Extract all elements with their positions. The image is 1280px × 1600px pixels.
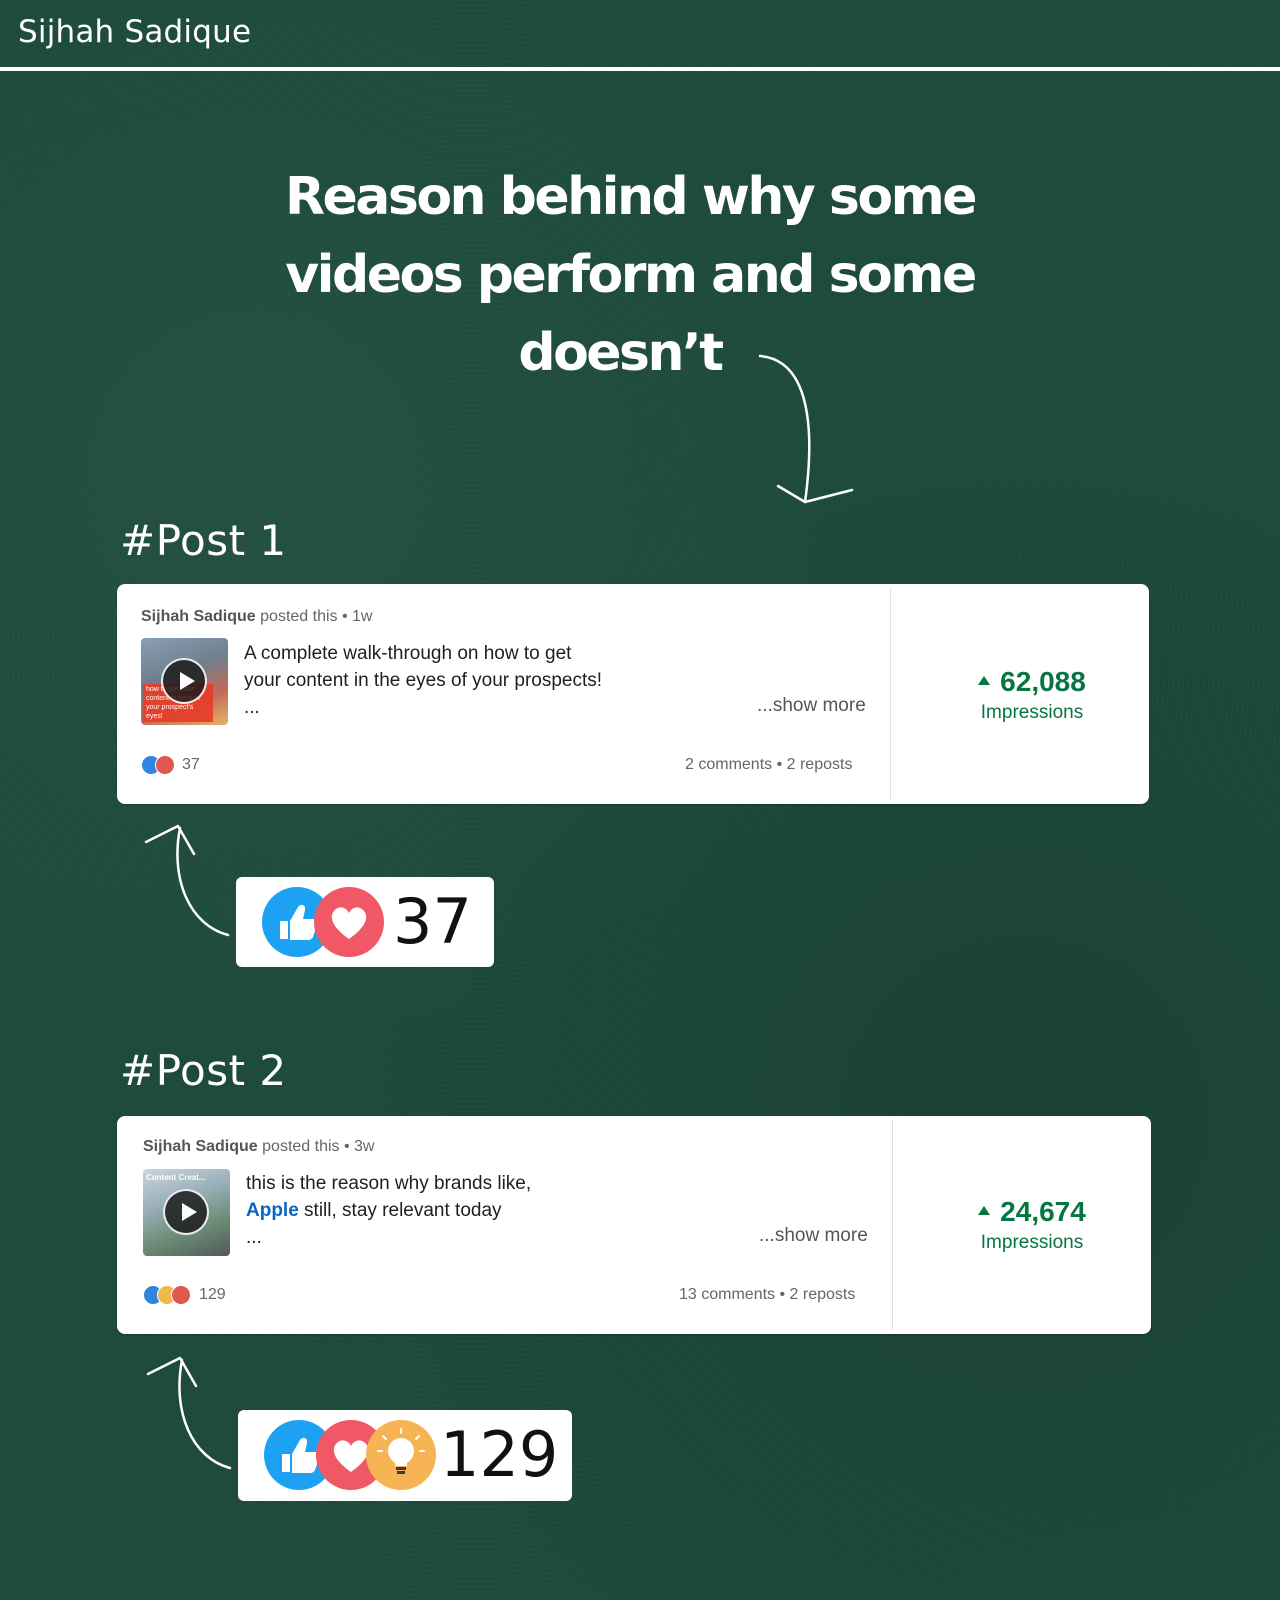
post-1-heading: #Post 1 [120, 516, 287, 565]
reaction-count: 129 [199, 1286, 226, 1303]
post-text-line: ... [246, 1227, 262, 1248]
reaction-count-large: 37 [393, 885, 472, 958]
thumbnail-overlay-text: Content Creat... [146, 1173, 206, 1182]
post-meta: Sijhah Sadique posted this • 3w [143, 1138, 374, 1156]
post-text-line: this is the reason why brands like, [246, 1173, 532, 1194]
post-text-line: ... [244, 697, 260, 718]
play-icon[interactable] [161, 658, 207, 704]
curved-arrow-icon [758, 354, 854, 504]
post-meta-suffix: posted this • 3w [262, 1138, 375, 1155]
post-2-card[interactable]: Sijhah Sadique posted this • 3w Content … [117, 1116, 1151, 1334]
post-meta: Sijhah Sadique posted this • 1w [141, 608, 372, 626]
love-icon [171, 1285, 191, 1305]
curved-arrow-icon [146, 1356, 232, 1470]
curved-arrow-icon [144, 824, 230, 937]
impressions-label: Impressions [980, 702, 1084, 723]
post-1-card[interactable]: Sijhah Sadique posted this • 1w how to g… [117, 584, 1149, 804]
video-thumbnail[interactable]: how to get your content in front of your… [141, 638, 228, 725]
post-author[interactable]: Sijhah Sadique [141, 608, 256, 625]
impressions-value: 24,674 [1000, 1196, 1086, 1227]
author-name: Sijhah Sadique [18, 14, 252, 50]
impressions-stat[interactable]: 24,674 Impressions [907, 1196, 1157, 1254]
comments-reposts[interactable]: 2 comments • 2 reposts [685, 756, 852, 774]
reaction-count: 37 [182, 756, 200, 773]
show-more-link[interactable]: ...show more [759, 1225, 868, 1247]
video-thumbnail[interactable]: Content Creat... [143, 1169, 230, 1256]
love-icon [155, 755, 175, 775]
trend-up-icon [978, 1206, 991, 1216]
mention-link[interactable]: Apple [246, 1200, 299, 1221]
impressions-value: 62,088 [1000, 666, 1086, 697]
post-author[interactable]: Sijhah Sadique [143, 1138, 258, 1155]
reaction-badge: 129 [238, 1410, 572, 1501]
reaction-badge: 37 [236, 877, 494, 967]
card-divider [890, 588, 891, 800]
insightful-icon [366, 1420, 436, 1490]
play-icon[interactable] [163, 1189, 209, 1235]
trend-up-icon [978, 676, 991, 686]
reaction-summary[interactable]: 129 [143, 1285, 243, 1305]
post-text-line: Apple still, stay relevant today [246, 1197, 531, 1224]
show-more-link[interactable]: ...show more [757, 695, 866, 717]
post-text: A complete walk-through on how to get yo… [244, 640, 602, 721]
title-line-2: videos perform and some [285, 245, 977, 305]
love-icon [314, 887, 384, 957]
post-text-line: your content in the eyes of your prospec… [244, 670, 603, 691]
card-divider [892, 1120, 893, 1330]
impressions-stat[interactable]: 62,088 Impressions [907, 666, 1157, 724]
impressions-label: Impressions [980, 1232, 1084, 1253]
post-text-line: A complete walk-through on how to get [244, 643, 572, 664]
reaction-count-large: 129 [440, 1418, 559, 1491]
comments-reposts[interactable]: 13 comments • 2 reposts [679, 1286, 855, 1304]
post-text-rest: still, stay relevant today [298, 1200, 502, 1221]
title-line-3: doesn’t [518, 323, 724, 383]
post-2-heading: #Post 2 [120, 1046, 287, 1095]
post-text: this is the reason why brands like, Appl… [246, 1170, 531, 1251]
header-divider [0, 67, 1280, 71]
page-title: Reason behind why some videos perform an… [220, 158, 1040, 392]
title-line-1: Reason behind why some [284, 167, 978, 227]
reaction-summary[interactable]: 37 [141, 755, 221, 775]
post-meta-suffix: posted this • 1w [260, 608, 373, 625]
